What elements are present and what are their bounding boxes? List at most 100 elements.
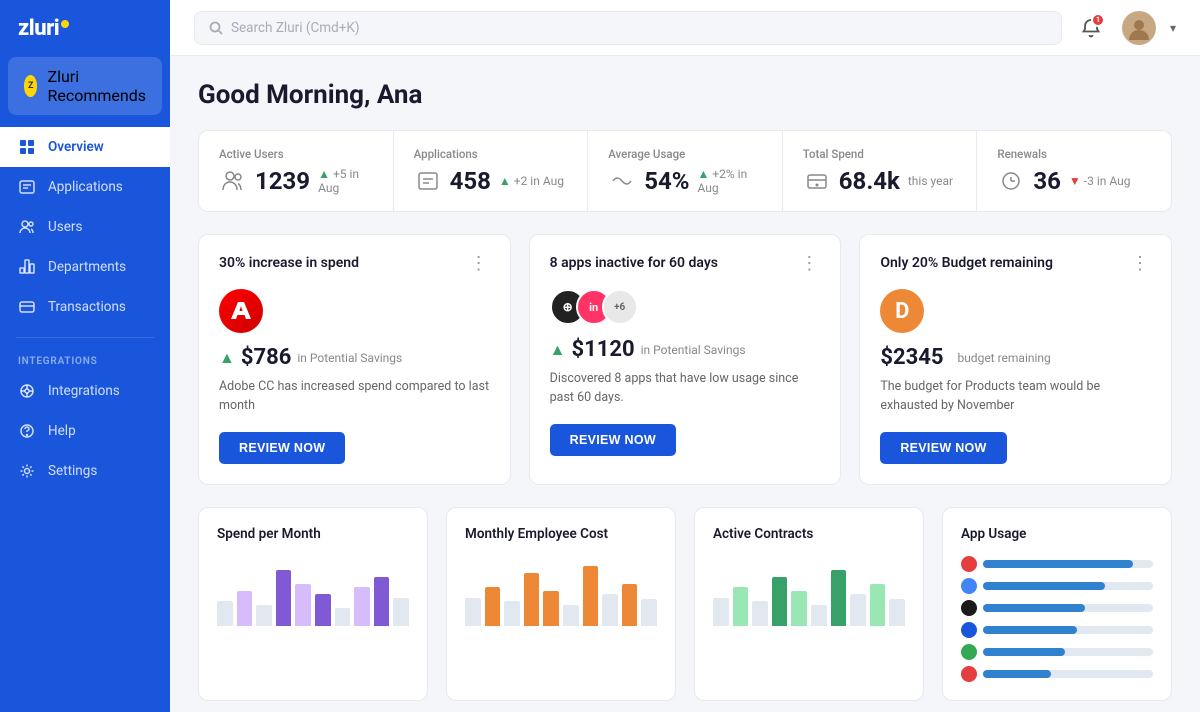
sidebar-item-integrations[interactable]: Integrations: [0, 371, 170, 411]
sidebar-item-overview[interactable]: Overview: [0, 127, 170, 167]
sidebar-item-users[interactable]: Users: [0, 207, 170, 247]
renewals-icon: [997, 167, 1025, 195]
main-area: Search Zluri (Cmd+K) 1 ▾ Good Morning,: [170, 0, 1200, 712]
insight-card-spend: 30% increase in spend ⋮ ▲ $786 in Potent…: [198, 234, 511, 485]
departments-label: Departments: [48, 259, 126, 275]
card-header-inactive: 8 apps inactive for 60 days ⋮: [550, 255, 821, 273]
budget-amount-label: budget remaining: [957, 351, 1050, 365]
bar-8: [354, 587, 370, 626]
sidebar-item-departments[interactable]: Departments: [0, 247, 170, 287]
bar-3: [256, 605, 272, 626]
stat-total-spend: Total Spend 68.4k this year: [783, 131, 978, 211]
savings-label-spend: in Potential Savings: [297, 351, 402, 365]
adobe-logo: [229, 299, 253, 323]
stat-change-total-spend: this year: [908, 174, 953, 188]
main-nav: Overview Applications Users: [0, 123, 170, 712]
main-content: Good Morning, Ana Active Users 1239 ▲ +5…: [170, 56, 1200, 712]
stat-value-row-average-usage: 54% ▲ +2% in Aug: [608, 167, 762, 195]
logo-area: zluri: [0, 0, 170, 57]
usage-bar-fill-1: [983, 560, 1133, 568]
user-avatar[interactable]: [1122, 11, 1156, 45]
stat-label-active-users: Active Users: [219, 147, 373, 161]
ac-bar-8: [850, 594, 866, 626]
monthly-employee-cost-card: Monthly Employee Cost: [446, 507, 676, 701]
adobe-cc-icon: [219, 289, 263, 333]
card-title-inactive: 8 apps inactive for 60 days: [550, 255, 718, 271]
card-icon-inactive: ⊕ in +6: [550, 289, 821, 325]
avatar-chevron-icon[interactable]: ▾: [1170, 21, 1176, 35]
card-menu-spend[interactable]: ⋮: [470, 255, 490, 273]
app-usage-row-2: [961, 578, 1153, 594]
bar-2: [237, 591, 253, 626]
bar-10: [393, 598, 409, 626]
card-menu-budget[interactable]: ⋮: [1131, 255, 1151, 273]
help-icon: [18, 422, 36, 440]
app-dot-2: [961, 578, 977, 594]
bar-9: [374, 577, 390, 626]
ac-bar-7: [831, 570, 847, 626]
ec-bar-5: [543, 591, 559, 626]
sidebar: zluri Z Zluri Recommends Overview Appli: [0, 0, 170, 712]
stat-value-row-active-users: 1239 ▲ +5 in Aug: [219, 167, 373, 195]
card-icon-spend: [219, 289, 490, 333]
monthly-employee-cost-title: Monthly Employee Cost: [465, 526, 657, 542]
app-dot-3: [961, 600, 977, 616]
total-spend-icon: [803, 167, 831, 195]
insight-card-budget: Only 20% Budget remaining ⋮ D $2345 budg…: [859, 234, 1172, 485]
zluri-recommends-item[interactable]: Z Zluri Recommends: [8, 57, 162, 115]
stat-applications: Applications 458 ▲ +2 in Aug: [394, 131, 589, 211]
review-now-button-budget[interactable]: REVIEW NOW: [880, 432, 1006, 464]
insight-card-inactive: 8 apps inactive for 60 days ⋮ ⊕ in +6 ▲ …: [529, 234, 842, 485]
savings-amount-inactive: $1120: [572, 337, 635, 362]
stat-change-active-users: ▲ +5 in Aug: [318, 167, 373, 195]
card-desc-inactive: Discovered 8 apps that have low usage si…: [550, 370, 821, 408]
bar-1: [217, 601, 233, 626]
stat-value-row-applications: 458 ▲ +2 in Aug: [414, 167, 568, 195]
ec-bar-9: [622, 584, 638, 626]
spend-per-month-card: Spend per Month: [198, 507, 428, 701]
stat-value-row-total-spend: 68.4k this year: [803, 167, 957, 195]
review-now-button-spend[interactable]: REVIEW NOW: [219, 432, 345, 464]
stat-value-applications: 458: [450, 167, 491, 195]
card-desc-spend: Adobe CC has increased spend compared to…: [219, 378, 490, 416]
usage-bar-fill-5: [983, 648, 1065, 656]
app-usage-rows: [961, 556, 1153, 682]
card-icon-budget: D: [880, 289, 1151, 333]
review-now-button-inactive[interactable]: REVIEW NOW: [550, 424, 676, 456]
ec-bar-1: [465, 598, 481, 626]
app-dot-1: [961, 556, 977, 572]
savings-row-spend: ▲ $786 in Potential Savings: [219, 345, 490, 370]
grid-icon: [18, 138, 36, 156]
section-label: INTEGRATIONS: [0, 348, 170, 371]
ec-bar-3: [504, 601, 520, 626]
active-users-icon: [219, 167, 247, 195]
rec-label: Zluri Recommends: [47, 67, 146, 105]
card-menu-inactive[interactable]: ⋮: [800, 255, 820, 273]
logo-text: zluri: [18, 16, 59, 41]
app-usage-row-1: [961, 556, 1153, 572]
settings-label: Settings: [48, 463, 97, 479]
bar-7: [335, 608, 351, 626]
stat-value-total-spend: 68.4k: [839, 167, 900, 195]
search-bar[interactable]: Search Zluri (Cmd+K): [194, 11, 1062, 45]
savings-arrow-icon: ▲: [219, 348, 235, 368]
sidebar-item-settings[interactable]: Settings: [0, 451, 170, 491]
help-label: Help: [48, 423, 76, 439]
app-usage-title: App Usage: [961, 526, 1153, 542]
app-usage-row-3: [961, 600, 1153, 616]
notification-button[interactable]: 1: [1074, 11, 1108, 45]
ac-bar-2: [733, 587, 749, 626]
stat-change-applications: ▲ +2 in Aug: [499, 174, 564, 188]
sidebar-item-help[interactable]: Help: [0, 411, 170, 451]
stat-value-average-usage: 54%: [644, 167, 689, 195]
users-icon: [18, 218, 36, 236]
sidebar-item-applications[interactable]: Applications: [0, 167, 170, 207]
ec-bar-2: [485, 587, 501, 626]
bar-6: [315, 594, 331, 626]
search-placeholder: Search Zluri (Cmd+K): [231, 20, 360, 36]
ec-bar-6: [563, 605, 579, 626]
stat-value-renewals: 36: [1033, 167, 1061, 195]
ac-bar-10: [889, 599, 905, 626]
sidebar-item-transactions[interactable]: Transactions: [0, 287, 170, 327]
stat-renewals: Renewals 36 ▼ -3 in Aug: [977, 131, 1171, 211]
